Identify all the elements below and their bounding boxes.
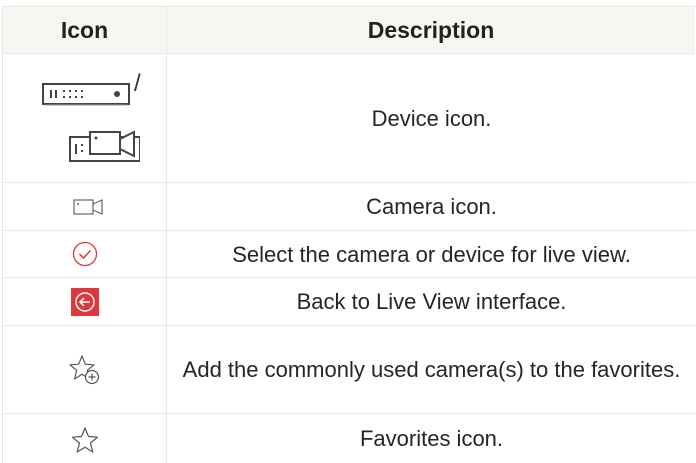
description-cell: Device icon. (371, 105, 492, 131)
description-cell: Camera icon. (366, 194, 497, 219)
icon-cell (3, 183, 167, 230)
camera-device-icon (69, 130, 140, 162)
table-row: Camera icon. (3, 183, 695, 231)
description-cell: Favorites icon. (359, 426, 504, 451)
table-row: Select the camera or device for live vie… (3, 231, 695, 278)
favorite-star-icon (71, 427, 99, 453)
description-cell: Select the camera or device for live vie… (232, 241, 631, 267)
add-favorite-icon (69, 355, 100, 385)
description-cell: Back to Live View interface. (296, 289, 567, 314)
icon-cell (3, 326, 167, 413)
icon-column-header: Icon (3, 6, 167, 54)
icon-cell (3, 231, 167, 277)
select-check-icon (72, 241, 98, 267)
description-cell: Add the commonly used camera(s) to the f… (182, 357, 681, 382)
table-row: Back to Live View interface. (3, 278, 695, 326)
icon-separator: / (134, 70, 141, 97)
back-arrow-icon (71, 288, 99, 316)
table-row: Add the commonly used camera(s) to the f… (3, 326, 695, 414)
camera-icon (73, 199, 103, 215)
table-row: Favorites icon. (3, 414, 695, 463)
icon-cell: / (3, 54, 167, 182)
description-column-header: Description (167, 6, 695, 54)
icon-cell (3, 414, 167, 463)
table-row: / Device icon. (3, 54, 695, 183)
icon-cell (3, 278, 167, 325)
nvr-device-icon (42, 83, 130, 106)
icon-description-table: Icon Description / Device icon. Camera i… (2, 6, 695, 463)
